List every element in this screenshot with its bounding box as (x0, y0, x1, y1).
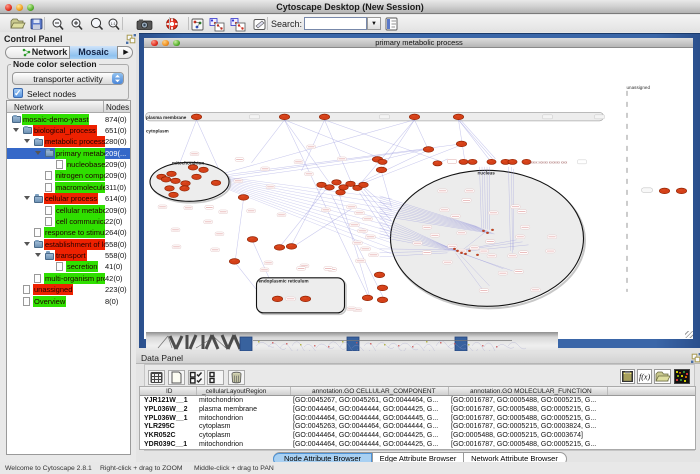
svg-text:cytoplasm: cytoplasm (146, 129, 169, 134)
svg-text:nucleus: nucleus (478, 171, 496, 176)
svg-text:1:1: 1:1 (111, 22, 116, 26)
svg-text:xxxxx xxxxxx xxxxxxx xxxx: xxxxx xxxxxx xxxxxxx xxxx (530, 161, 568, 165)
svg-text:f(x): f(x) (639, 373, 650, 382)
svg-text:mitochondrion: mitochondrion (172, 161, 204, 166)
svg-text:plasma membrane: plasma membrane (146, 115, 187, 120)
svg-text:unassigned: unassigned (627, 85, 651, 90)
svg-text:endoplasmic reticulum: endoplasmic reticulum (259, 279, 309, 284)
